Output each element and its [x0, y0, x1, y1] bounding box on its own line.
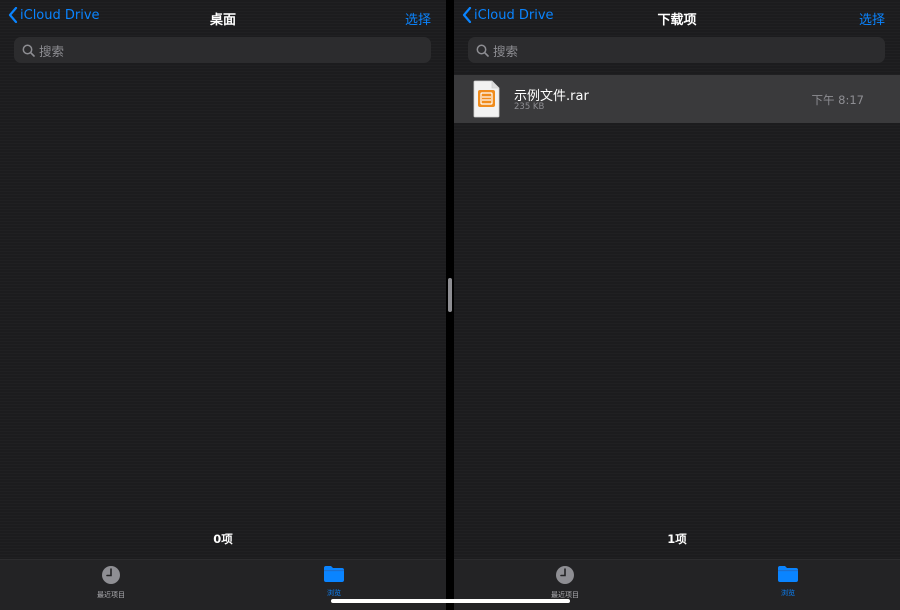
clock-icon	[556, 566, 574, 584]
search-placeholder: 搜索	[39, 43, 65, 59]
list-item[interactable]: 示例文件.rar 235 KB 下午 8:17	[454, 75, 900, 123]
select-button[interactable]: 选择	[859, 9, 885, 28]
search-field[interactable]: 搜索	[14, 37, 431, 63]
file-size: 235 KB	[514, 102, 545, 112]
search-icon	[22, 44, 35, 57]
select-button[interactable]: 选择	[405, 9, 431, 28]
tab-recent[interactable]: 最近项目	[71, 565, 151, 600]
home-indicator[interactable]	[331, 599, 570, 603]
tab-browse-label: 浏览	[327, 589, 341, 597]
tab-browse[interactable]: 浏览	[748, 565, 828, 598]
split-view-handle[interactable]	[448, 278, 452, 312]
file-date: 下午 8:17	[811, 93, 864, 107]
clock-icon	[102, 566, 120, 584]
page-title: 下载项	[657, 13, 697, 28]
rar-archive-icon	[473, 80, 500, 118]
tab-recent[interactable]: 最近项目	[525, 565, 605, 600]
search-field[interactable]: 搜索	[468, 37, 885, 63]
item-count: 0项	[213, 532, 233, 546]
search-icon	[476, 44, 489, 57]
tab-recent-label: 最近项目	[97, 591, 125, 599]
page-title: 桌面	[209, 13, 236, 28]
left-pane: iCloud Drive 桌面 选择 搜索 0项 最近项目 浏览	[0, 0, 446, 610]
navigation-bar: iCloud Drive 桌面 选择	[0, 0, 446, 34]
tab-browse-label: 浏览	[781, 589, 795, 597]
navigation-bar: iCloud Drive 下载项 选择	[454, 0, 900, 34]
folder-icon	[324, 566, 344, 582]
tab-browse[interactable]: 浏览	[294, 565, 374, 598]
search-placeholder: 搜索	[493, 43, 519, 59]
right-pane: iCloud Drive 下载项 选择 搜索 示例文件.rar 235 KB 下…	[454, 0, 900, 610]
folder-icon	[778, 566, 798, 582]
item-count: 1项	[667, 532, 687, 546]
